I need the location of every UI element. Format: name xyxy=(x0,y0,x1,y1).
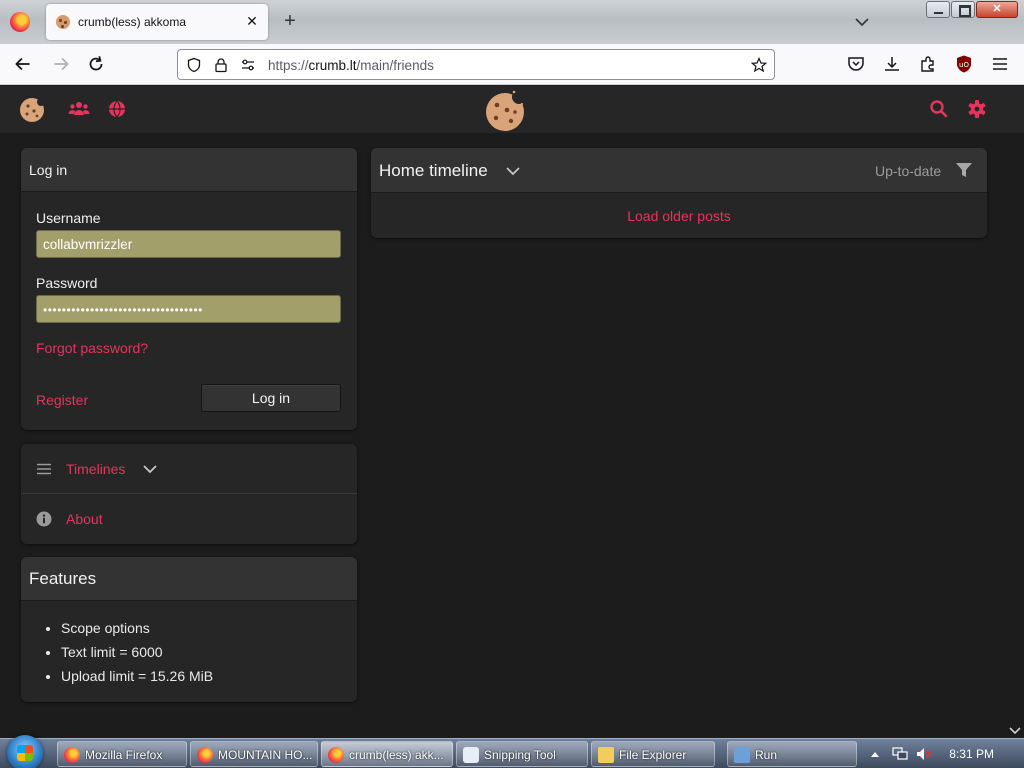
site-top-navigation xyxy=(0,86,1024,133)
close-tab-icon[interactable]: ✕ xyxy=(244,13,260,29)
instance-logo-cookie-icon[interactable] xyxy=(483,88,527,132)
maximize-window-button[interactable] xyxy=(951,1,975,18)
password-label: Password xyxy=(36,275,98,291)
shield-icon[interactable] xyxy=(186,57,202,73)
browser-tab-bar: crumb(less) akkoma ✕ + xyxy=(0,0,1024,44)
browser-navigation-bar: https://crumb.lt/main/friends uO xyxy=(0,44,1024,85)
info-circle-icon xyxy=(36,511,52,527)
svg-text:uO: uO xyxy=(959,61,969,69)
forward-arrow-icon[interactable] xyxy=(50,53,72,75)
run-icon xyxy=(734,747,750,763)
search-icon[interactable] xyxy=(928,98,950,120)
chevron-down-icon[interactable] xyxy=(504,162,522,180)
volume-muted-icon[interactable] xyxy=(916,747,932,761)
taskbar-item-crumbless[interactable]: crumb(less) akk... xyxy=(321,741,453,767)
folder-icon xyxy=(598,747,614,763)
lock-icon[interactable] xyxy=(213,57,229,73)
scroll-down-arrow-icon[interactable] xyxy=(1009,726,1021,736)
menu-hamburger-icon[interactable] xyxy=(990,54,1010,74)
login-panel: Log in Username collabvmrizzler Password… xyxy=(21,148,357,430)
taskbar-item-mountain[interactable]: MOUNTAIN HO... xyxy=(190,741,318,767)
about-nav-item[interactable]: About xyxy=(21,494,357,544)
taskbar-item-label: Run xyxy=(755,748,778,762)
site-logo-cookie-icon[interactable] xyxy=(18,96,46,124)
about-label: About xyxy=(66,511,103,527)
list-item: Upload limit = 15.26 MiB xyxy=(61,667,213,691)
pocket-icon[interactable] xyxy=(846,54,866,74)
list-item: Scope options xyxy=(61,619,213,643)
firefox-icon xyxy=(197,747,213,763)
taskbar-clock[interactable]: 8:31 PM xyxy=(949,747,994,761)
firefox-icon xyxy=(328,747,344,763)
login-panel-title: Log in xyxy=(29,162,68,178)
timelines-nav-item[interactable]: Timelines xyxy=(21,444,357,494)
url-prefix: https:// xyxy=(268,58,309,73)
timeline-panel: Home timeline Up-to-date Load older post… xyxy=(371,148,987,238)
url-bar[interactable]: https://crumb.lt/main/friends xyxy=(177,49,775,80)
features-title: Features xyxy=(29,569,97,588)
url-text: https://crumb.lt/main/friends xyxy=(268,58,434,73)
username-label: Username xyxy=(36,210,101,226)
register-link[interactable]: Register xyxy=(36,392,88,408)
taskbar-item-snipping-tool[interactable]: Snipping Tool xyxy=(456,741,588,767)
cookie-favicon-icon xyxy=(56,15,70,29)
features-panel-header: Features xyxy=(21,557,357,601)
system-tray: 8:31 PM xyxy=(864,739,1024,768)
network-icon[interactable] xyxy=(892,747,908,761)
taskbar-item-label: Snipping Tool xyxy=(484,748,556,762)
filter-icon[interactable] xyxy=(955,161,973,179)
list-icon xyxy=(37,463,51,475)
taskbar-item-label: MOUNTAIN HO... xyxy=(218,748,313,762)
page-viewport: Log in Username collabvmrizzler Password… xyxy=(0,86,1024,738)
reload-icon[interactable] xyxy=(85,53,107,75)
url-path: /main/friends xyxy=(356,58,434,73)
list-item: Text limit = 6000 xyxy=(61,643,213,667)
taskbar-item-label: crumb(less) akk... xyxy=(349,748,444,762)
show-hidden-icons-arrow-icon[interactable] xyxy=(870,750,880,758)
windows-taskbar: Mozilla Firefox MOUNTAIN HO... crumb(les… xyxy=(0,735,1024,768)
features-panel: Features Scope options Text limit = 6000… xyxy=(21,557,357,702)
features-list: Scope options Text limit = 6000 Upload l… xyxy=(61,619,213,691)
timelines-label: Timelines xyxy=(66,461,126,477)
bookmark-star-icon[interactable] xyxy=(751,57,767,73)
globe-icon[interactable] xyxy=(106,98,128,120)
close-window-button[interactable] xyxy=(976,1,1018,18)
timeline-status: Up-to-date xyxy=(875,163,942,179)
list-all-tabs-icon[interactable] xyxy=(852,12,872,32)
url-host: crumb.lt xyxy=(308,58,357,73)
username-input[interactable]: collabvmrizzler xyxy=(36,230,341,258)
load-older-posts-link[interactable]: Load older posts xyxy=(371,208,987,224)
scissors-icon xyxy=(463,747,479,763)
permissions-icon[interactable] xyxy=(240,57,256,73)
taskbar-item-label: File Explorer xyxy=(619,748,687,762)
navigation-panel: Timelines About xyxy=(21,444,357,544)
firefox-icon xyxy=(64,747,80,763)
settings-gear-icon[interactable] xyxy=(966,98,988,120)
downloads-icon[interactable] xyxy=(882,54,902,74)
login-panel-header: Log in xyxy=(21,148,357,192)
ublock-origin-icon[interactable]: uO xyxy=(954,54,974,74)
tab-title: crumb(less) akkoma xyxy=(78,15,187,29)
timeline-title[interactable]: Home timeline xyxy=(379,161,488,181)
window-controls xyxy=(925,1,1018,19)
extensions-icon[interactable] xyxy=(918,54,938,74)
login-button[interactable]: Log in xyxy=(201,384,341,412)
friends-users-icon[interactable] xyxy=(68,98,90,120)
start-button[interactable] xyxy=(7,735,43,768)
chevron-down-icon[interactable] xyxy=(142,461,158,477)
taskbar-item-firefox[interactable]: Mozilla Firefox xyxy=(57,741,187,767)
back-arrow-icon[interactable] xyxy=(12,53,34,75)
taskbar-item-label: Mozilla Firefox xyxy=(85,748,163,762)
taskbar-item-file-explorer[interactable]: File Explorer xyxy=(591,741,715,767)
taskbar-item-run[interactable]: Run xyxy=(727,741,857,767)
browser-tab-active[interactable]: crumb(less) akkoma ✕ xyxy=(46,4,268,40)
timeline-header: Home timeline Up-to-date xyxy=(371,148,987,193)
firefox-icon[interactable] xyxy=(10,12,30,32)
minimize-window-button[interactable] xyxy=(926,1,950,18)
new-tab-button[interactable]: + xyxy=(280,10,300,32)
password-input[interactable]: •••••••••••••••••••••••••••••••••• xyxy=(36,295,341,323)
forgot-password-link[interactable]: Forgot password? xyxy=(36,340,148,356)
